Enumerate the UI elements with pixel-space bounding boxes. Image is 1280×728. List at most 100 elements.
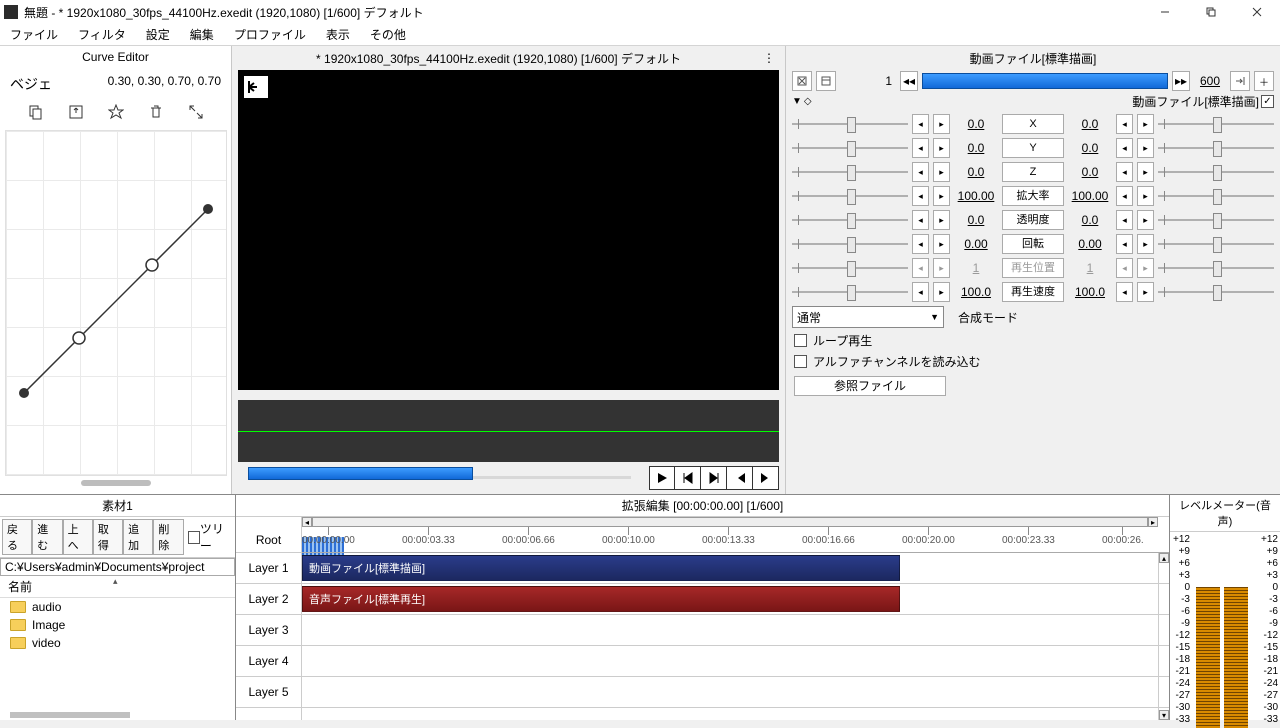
val-right-2[interactable]: 0.0 bbox=[1068, 165, 1112, 179]
preview-tab[interactable]: * 1920x1080_30fps_44100Hz.exedit (1920,1… bbox=[238, 50, 759, 67]
slider-left-2[interactable] bbox=[792, 163, 908, 181]
loop-checkbox[interactable] bbox=[794, 334, 807, 347]
spin-r-inc-5[interactable]: ▸ bbox=[1137, 234, 1154, 254]
menu-profile[interactable]: プロファイル bbox=[224, 24, 316, 46]
minimize-button[interactable] bbox=[1142, 0, 1188, 24]
tl-scroll-right[interactable]: ▸ bbox=[1148, 517, 1158, 527]
assets-back[interactable]: 戻る bbox=[2, 519, 32, 555]
spin-l-dec-5[interactable]: ◂ bbox=[912, 234, 929, 254]
prop-label-3[interactable]: 拡大率 bbox=[1002, 186, 1064, 206]
assets-column-name[interactable]: 名前 bbox=[0, 576, 235, 598]
assets-path-input[interactable] bbox=[0, 558, 235, 576]
layer-3[interactable]: Layer 3 bbox=[236, 615, 301, 646]
tl-vscroll-down[interactable]: ▾ bbox=[1159, 710, 1169, 720]
val-left-3[interactable]: 100.00 bbox=[954, 189, 998, 203]
tree-checkbox[interactable] bbox=[188, 531, 200, 544]
spin-r-inc-7[interactable]: ▸ bbox=[1137, 282, 1154, 302]
val-right-3[interactable]: 100.00 bbox=[1068, 189, 1112, 203]
layer-1[interactable]: Layer 1 bbox=[236, 553, 301, 584]
frame-slider[interactable] bbox=[922, 73, 1168, 89]
val-right-5[interactable]: 0.00 bbox=[1068, 237, 1112, 251]
spin-l-dec-2[interactable]: ◂ bbox=[912, 162, 929, 182]
prop-label-6[interactable]: 再生位置 bbox=[1002, 258, 1064, 278]
spin-r-inc-1[interactable]: ▸ bbox=[1137, 138, 1154, 158]
spin-r-dec-4[interactable]: ◂ bbox=[1116, 210, 1133, 230]
audio-waveform[interactable] bbox=[238, 400, 779, 462]
goto-start-button[interactable] bbox=[727, 466, 753, 490]
props-btn-a[interactable] bbox=[792, 71, 812, 91]
menu-file[interactable]: ファイル bbox=[0, 24, 68, 46]
spin-l-dec-0[interactable]: ◂ bbox=[912, 114, 929, 134]
step-fwd-button[interactable] bbox=[701, 466, 727, 490]
assets-add[interactable]: 追加 bbox=[123, 519, 153, 555]
browse-file-button[interactable]: 参照ファイル bbox=[794, 376, 946, 396]
val-left-1[interactable]: 0.0 bbox=[954, 141, 998, 155]
spin-r-dec-7[interactable]: ◂ bbox=[1116, 282, 1133, 302]
val-right-4[interactable]: 0.0 bbox=[1068, 213, 1112, 227]
props-btn-add[interactable]: ＋ bbox=[1254, 71, 1274, 91]
goto-end-button[interactable] bbox=[753, 466, 779, 490]
export-icon[interactable] bbox=[66, 102, 86, 122]
timeline-ruler[interactable]: 00:00:00.0000:00:03.3300:00:06.6600:00:1… bbox=[302, 527, 1169, 553]
val-left-0[interactable]: 0.0 bbox=[954, 117, 998, 131]
maximize-button[interactable] bbox=[1188, 0, 1234, 24]
val-right-6[interactable]: 1 bbox=[1068, 261, 1112, 275]
prop-label-7[interactable]: 再生速度 bbox=[1002, 282, 1064, 302]
tl-scroll-thumb[interactable] bbox=[312, 517, 1148, 527]
spin-l-dec-4[interactable]: ◂ bbox=[912, 210, 929, 230]
spin-l-inc-6[interactable]: ▸ bbox=[933, 258, 950, 278]
timeline-root[interactable]: Root bbox=[236, 527, 301, 553]
spin-l-dec-1[interactable]: ◂ bbox=[912, 138, 929, 158]
spin-r-dec-6[interactable]: ◂ bbox=[1116, 258, 1133, 278]
spin-r-inc-3[interactable]: ▸ bbox=[1137, 186, 1154, 206]
copy-icon[interactable] bbox=[26, 102, 46, 122]
slider-left-6[interactable] bbox=[792, 259, 908, 277]
close-button[interactable] bbox=[1234, 0, 1280, 24]
menu-settings[interactable]: 設定 bbox=[136, 24, 180, 46]
val-right-0[interactable]: 0.0 bbox=[1068, 117, 1112, 131]
spin-l-dec-6[interactable]: ◂ bbox=[912, 258, 929, 278]
seek-slider[interactable] bbox=[238, 472, 641, 484]
val-left-6[interactable]: 1 bbox=[954, 261, 998, 275]
val-left-5[interactable]: 0.00 bbox=[954, 237, 998, 251]
val-left-4[interactable]: 0.0 bbox=[954, 213, 998, 227]
spin-l-dec-7[interactable]: ◂ bbox=[912, 282, 929, 302]
slider-right-2[interactable] bbox=[1158, 163, 1274, 181]
slider-right-5[interactable] bbox=[1158, 235, 1274, 253]
spin-r-dec-2[interactable]: ◂ bbox=[1116, 162, 1133, 182]
blend-mode-select[interactable]: 通常 ▼ bbox=[792, 306, 944, 328]
assets-del[interactable]: 削除 bbox=[153, 519, 183, 555]
spin-l-inc-0[interactable]: ▸ bbox=[933, 114, 950, 134]
slider-right-1[interactable] bbox=[1158, 139, 1274, 157]
star-icon[interactable] bbox=[106, 102, 126, 122]
spin-r-dec-3[interactable]: ◂ bbox=[1116, 186, 1133, 206]
slider-left-7[interactable] bbox=[792, 283, 908, 301]
trash-icon[interactable] bbox=[146, 102, 166, 122]
slider-right-0[interactable] bbox=[1158, 115, 1274, 133]
slider-right-7[interactable] bbox=[1158, 283, 1274, 301]
spin-r-dec-5[interactable]: ◂ bbox=[1116, 234, 1133, 254]
spin-r-inc-4[interactable]: ▸ bbox=[1137, 210, 1154, 230]
menu-view[interactable]: 表示 bbox=[316, 24, 360, 46]
spin-l-dec-3[interactable]: ◂ bbox=[912, 186, 929, 206]
frame-next[interactable]: ▸▸ bbox=[1172, 71, 1190, 91]
spin-l-inc-3[interactable]: ▸ bbox=[933, 186, 950, 206]
step-back-button[interactable] bbox=[675, 466, 701, 490]
prop-label-4[interactable]: 透明度 bbox=[1002, 210, 1064, 230]
spin-l-inc-5[interactable]: ▸ bbox=[933, 234, 950, 254]
spin-l-inc-4[interactable]: ▸ bbox=[933, 210, 950, 230]
layer-4[interactable]: Layer 4 bbox=[236, 646, 301, 677]
prop-label-0[interactable]: X bbox=[1002, 114, 1064, 134]
prop-label-5[interactable]: 回転 bbox=[1002, 234, 1064, 254]
menu-filter[interactable]: フィルタ bbox=[68, 24, 136, 46]
safe-area-icon[interactable] bbox=[244, 76, 268, 98]
tl-scroll-left[interactable]: ◂ bbox=[302, 517, 312, 527]
enable-checkbox[interactable] bbox=[1261, 95, 1274, 108]
tl-vscroll-up[interactable]: ▴ bbox=[1159, 553, 1169, 563]
val-right-1[interactable]: 0.0 bbox=[1068, 141, 1112, 155]
curve-canvas[interactable] bbox=[5, 130, 227, 476]
slider-right-3[interactable] bbox=[1158, 187, 1274, 205]
expand-icon[interactable] bbox=[186, 102, 206, 122]
val-left-7[interactable]: 100.0 bbox=[954, 285, 998, 299]
pin-icon[interactable]: ◇ bbox=[804, 96, 812, 107]
